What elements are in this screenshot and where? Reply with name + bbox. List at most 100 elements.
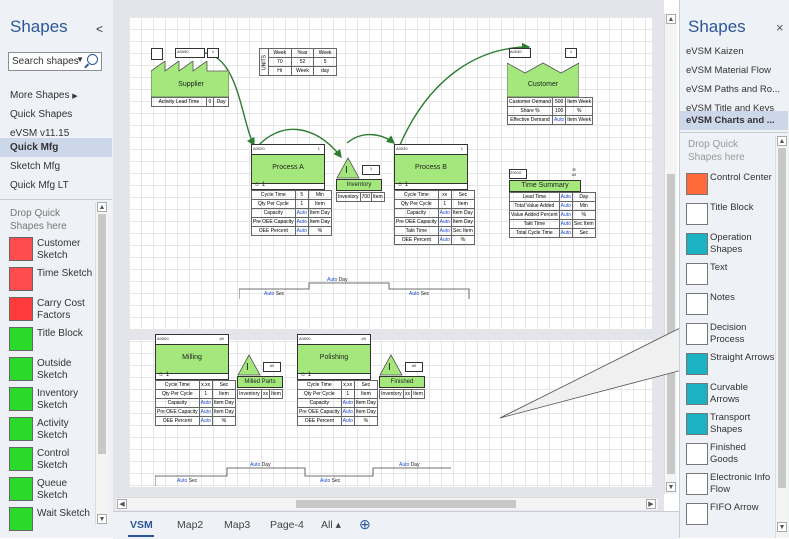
collapse-panel-button[interactable]: < — [96, 22, 103, 36]
stencil-item[interactable]: Outside Sketch — [6, 355, 96, 385]
right-stencil-scrollbar[interactable]: ▲ ▼ — [775, 136, 788, 538]
tab-all[interactable]: All ▴ — [321, 519, 341, 531]
right-stencil-item[interactable]: Curvable Arrows — [686, 378, 776, 412]
tab-page-4[interactable]: Page-4 — [270, 519, 304, 531]
timeline-bottom-sec-b: Auto Sec — [320, 478, 341, 484]
drawing-canvas[interactable]: A0050 1 Supplier Activity Lead Time 0 Day … — [113, 0, 677, 511]
scroll-thumb[interactable] — [778, 148, 786, 488]
polishing-header: A0000 #0 Polishing ☺ 1 — [297, 334, 371, 380]
time-summary-shape[interactable]: Z0010 ✉ #0 Time Summary Lead Time Auto Day … — [509, 167, 596, 267]
time-summary-title: Time Summary — [509, 180, 581, 192]
supplier-table: Activity Lead Time 0 Day — [151, 97, 229, 107]
chevron-down-icon[interactable]: ▼ — [76, 55, 84, 64]
units-table[interactable]: UNITS Week Year Week 70 52 5 Hr Week day — [259, 48, 337, 76]
tab-vsm[interactable]: VSM — [130, 519, 153, 531]
nav-quick-mfg-lt[interactable]: Quick Mfg LT — [0, 176, 112, 195]
stencil-evsm-material-flow[interactable]: eVSM Material Flow — [680, 61, 788, 80]
stencil-item[interactable]: Inventory Sketch — [6, 385, 96, 415]
right-stencil-item[interactable]: Control Center — [686, 168, 776, 202]
polishing-count: #0 — [361, 336, 366, 341]
milled-parts-shape[interactable]: I #0 Milled Parts Inventory xx Item — [237, 354, 283, 404]
right-stencil-item[interactable]: Decision Process — [686, 318, 776, 352]
polishing-title: Polishing — [298, 344, 370, 374]
polishing-shape[interactable]: A0000 #0 Polishing ☺ 1 Cycle Time x.xx Sec… — [297, 334, 378, 444]
scroll-up-arrow[interactable]: ▲ — [97, 202, 107, 212]
wait-sketch-icon — [9, 507, 33, 531]
timeline-bottom[interactable]: Auto Day Auto Day Auto Sec Auto Sec — [155, 462, 455, 486]
process-b-header: A0030 1 Process B ☺ 1 — [394, 144, 468, 190]
timeline-top-sec-a: Auto Sec — [264, 291, 285, 297]
milling-shape[interactable]: A0000 #0 Milling ☺ 1 Cycle Time x.xx Sec Q… — [155, 334, 236, 444]
right-stencil-item[interactable]: Finished Goods — [686, 438, 776, 472]
electronic-info-icon — [686, 473, 708, 495]
polishing-table: Cycle Time x.xx Sec Qty Per Cycle 1 Item Cap… — [297, 380, 378, 426]
search-icon[interactable] — [87, 54, 98, 65]
scroll-right-arrow[interactable]: ▶ — [646, 499, 656, 509]
stencil-item[interactable]: Wait Sketch — [6, 505, 96, 535]
nav-sketch-mfg[interactable]: Sketch Mfg — [0, 157, 112, 176]
nav-quick-shapes[interactable]: Quick Shapes — [0, 105, 112, 124]
supplier-shape[interactable]: A0050 1 Supplier Activity Lead Time 0 Day — [151, 46, 241, 138]
stencil-evsm-charts[interactable]: eVSM Charts and ... — [680, 111, 788, 130]
stencil-item[interactable]: Carry Cost Factors — [6, 295, 96, 325]
add-page-icon[interactable]: ⊕ — [359, 516, 371, 533]
supplier-icon — [151, 48, 163, 60]
stencil-item[interactable]: Time Sketch — [6, 265, 96, 295]
stencil-item[interactable]: Control Sketch — [6, 445, 96, 475]
tab-map3[interactable]: Map3 — [224, 519, 250, 531]
text-icon — [686, 263, 708, 285]
notes-icon — [686, 293, 708, 315]
customer-count: 1 — [565, 48, 577, 58]
stencil-evsm-paths[interactable]: eVSM Paths and Ro... — [680, 80, 788, 99]
stencil-item[interactable]: Activity Sketch — [6, 415, 96, 445]
right-stencil-item[interactable]: Straight Arrows — [686, 348, 776, 382]
canvas-horizontal-scrollbar[interactable]: ◀ ▶ — [116, 497, 658, 510]
right-stencil-label: Curvable Arrows — [710, 382, 749, 405]
right-stencil-item[interactable]: Text — [686, 258, 776, 292]
scroll-down-arrow[interactable]: ▼ — [97, 514, 107, 524]
left-panel-title: Shapes — [10, 17, 68, 36]
operator-icon: ☺ 1 — [300, 372, 312, 378]
stencil-item[interactable]: Customer Sketch — [6, 235, 96, 265]
inventory-triangle-icon: I — [237, 354, 261, 376]
stencil-item[interactable]: Queue Sketch — [6, 475, 96, 505]
activity-sketch-icon — [9, 417, 33, 441]
inventory-title: Inventory — [336, 179, 382, 191]
scroll-up-arrow[interactable]: ▲ — [666, 14, 676, 24]
right-stencil-item[interactable]: Transport Shapes — [686, 408, 776, 442]
right-stencil-item[interactable]: Operation Shapes — [686, 228, 776, 262]
callout-shape[interactable] — [500, 313, 700, 423]
right-stencil-item[interactable]: Electronic Info Flow — [686, 468, 776, 502]
right-stencil-item[interactable]: Notes — [686, 288, 776, 322]
right-stencil-item[interactable]: FIFO Arrow — [686, 498, 776, 532]
scroll-down-arrow[interactable]: ▼ — [777, 522, 787, 532]
operator-icon: ☺ 1 — [254, 182, 266, 188]
right-stencil-label: Notes — [710, 292, 735, 303]
active-tab-underline — [128, 535, 154, 537]
search-shapes-input[interactable]: Search shapes ▼ — [8, 52, 102, 71]
nav-quick-mfg[interactable]: Quick Mfg — [0, 138, 112, 157]
nav-more-shapes[interactable]: More Shapes ▶ — [0, 86, 112, 105]
title-block-icon — [686, 203, 708, 225]
process-b-shape[interactable]: A0030 1 Process B ☺ 1 Cycle Time xx Sec Qt… — [394, 144, 475, 264]
stencil-item[interactable]: Title Block — [6, 325, 96, 355]
scroll-down-arrow[interactable]: ▼ — [666, 482, 676, 492]
customer-shape[interactable]: A0040 1 Customer Customer Demand 500 Item … — [507, 46, 594, 138]
stencil-evsm-kaizen[interactable]: eVSM Kaizen — [680, 42, 788, 61]
h-scroll-thumb[interactable] — [296, 500, 516, 508]
stencil-label: Title Block — [37, 328, 83, 339]
supplier-count: 1 — [207, 48, 219, 58]
close-icon[interactable]: × — [776, 20, 784, 35]
tab-map2[interactable]: Map2 — [177, 519, 203, 531]
process-a-shape[interactable]: A0020 1 Process A ☺ 1 Cycle Time 5 Min Qty… — [251, 144, 332, 254]
timeline-top[interactable]: Auto Day Auto Sec Auto Sec — [239, 275, 479, 299]
title-block-icon — [9, 327, 33, 351]
scroll-left-arrow[interactable]: ◀ — [117, 499, 127, 509]
right-stencil-item[interactable]: Title Block — [686, 198, 776, 232]
scroll-up-arrow[interactable]: ▲ — [777, 136, 787, 146]
finished-shape[interactable]: I #0 Finished Inventory xx Item — [379, 354, 425, 404]
scroll-thumb[interactable] — [98, 214, 106, 454]
inventory-shape[interactable]: I 1 Inventory Inventory 700 Item — [336, 157, 385, 207]
process-a-header: A0020 1 Process A ☺ 1 — [251, 144, 325, 190]
left-stencil-scrollbar[interactable]: ▲ ▼ — [95, 202, 108, 524]
